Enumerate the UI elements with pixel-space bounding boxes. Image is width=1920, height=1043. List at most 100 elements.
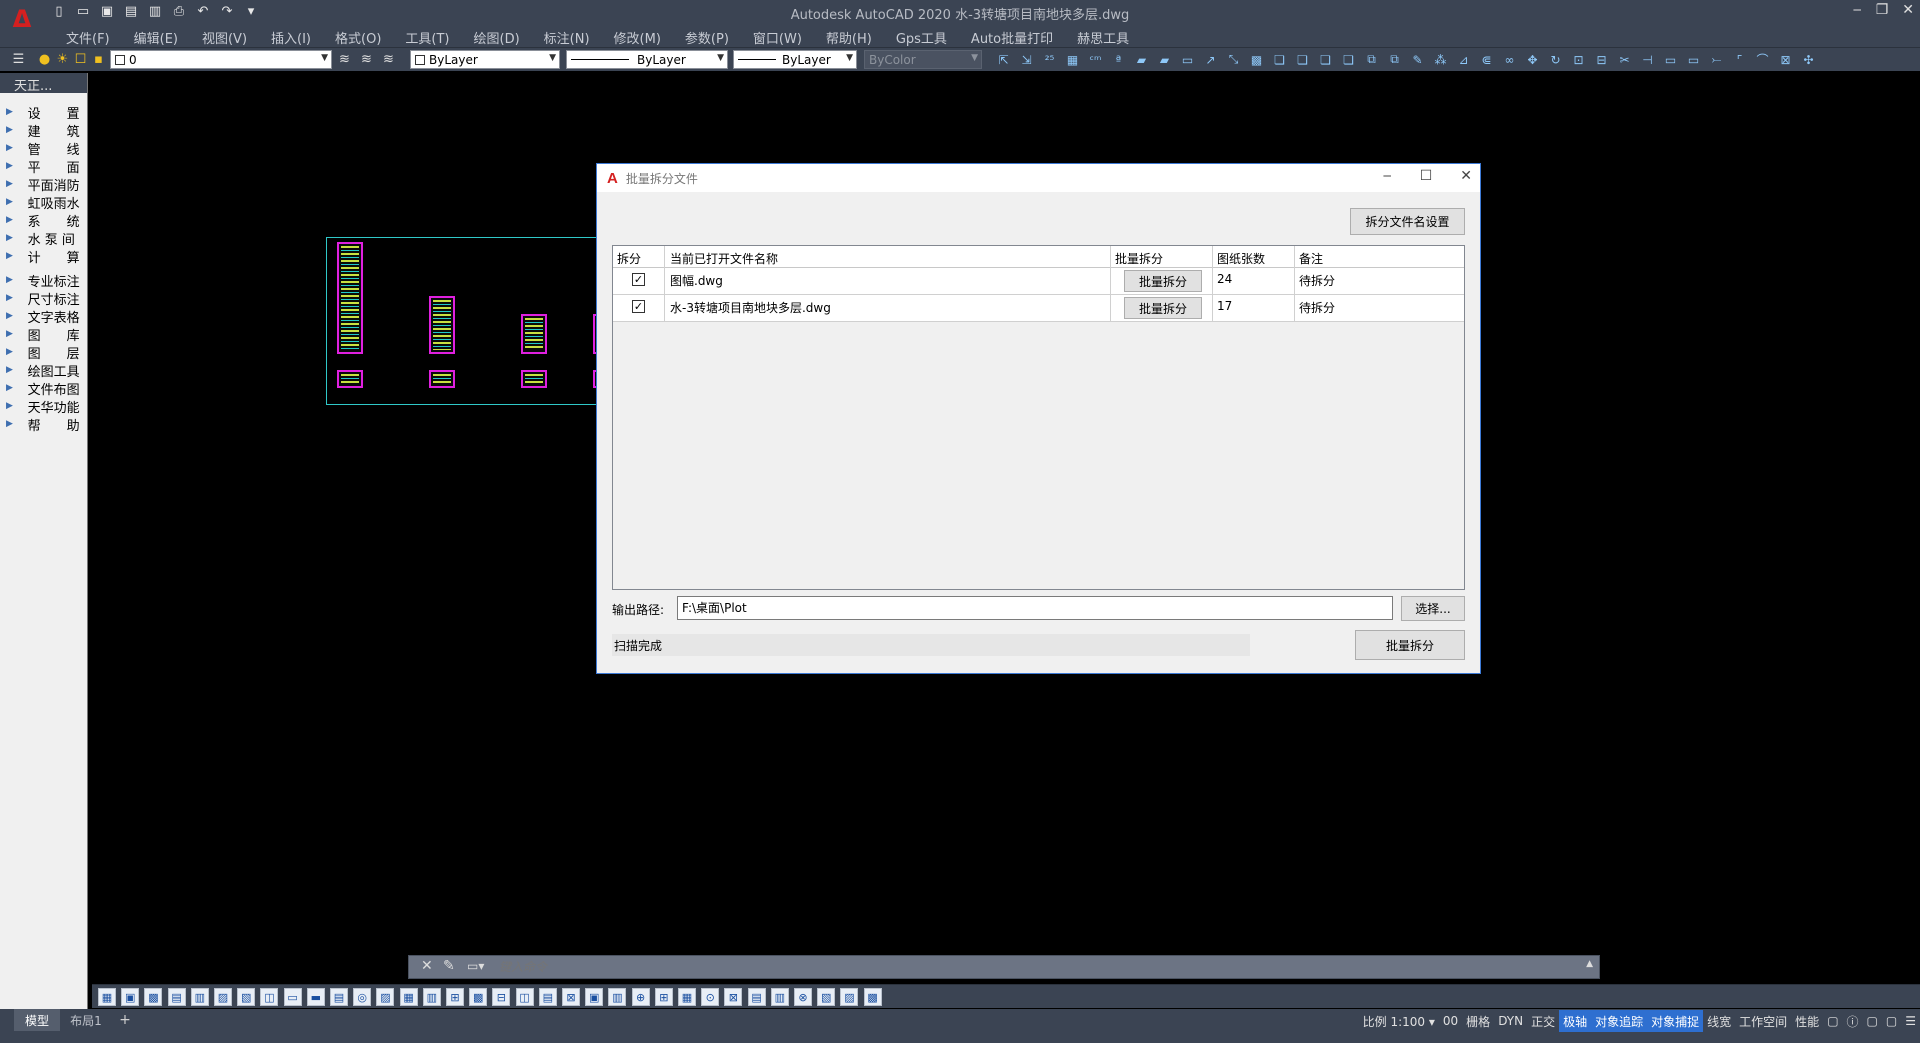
status-toggle[interactable]: 00 (1439, 1010, 1462, 1032)
drawing-sheet[interactable] (521, 370, 547, 388)
tool-button-icon[interactable]: ▥ (190, 988, 209, 1006)
arrow-icon[interactable]: ↗ (1201, 50, 1220, 69)
make-current-icon[interactable]: ≋ (336, 51, 353, 68)
tool-button-icon[interactable]: ▦ (399, 988, 418, 1006)
xref-icon[interactable]: ⧉ (1362, 50, 1381, 69)
tool-button-icon[interactable]: ▨ (214, 988, 232, 1006)
group-edit-icon[interactable]: ❏ (1316, 50, 1335, 69)
split-checkbox[interactable]: ✓ (632, 300, 645, 313)
customize-wrench-icon[interactable]: ✎ (443, 958, 455, 974)
clean-screen-icon[interactable]: ▢ (1882, 1010, 1901, 1032)
status-toggle[interactable]: 对象追踪 (1591, 1010, 1648, 1032)
scale-icon[interactable]: ⤡ (1224, 50, 1243, 69)
menu-item[interactable]: 标注(N) (544, 28, 590, 47)
blend-icon[interactable]: ⊠ (1776, 50, 1795, 69)
status-toggle[interactable]: 栅格 (1462, 1010, 1494, 1032)
panel-menu-item[interactable]: ▶ 绘图工具 (0, 361, 87, 380)
tool-button-icon[interactable]: ▨ (840, 988, 859, 1006)
tool-button-icon[interactable]: ▩ (469, 988, 488, 1006)
close-icon[interactable]: ✕ (421, 958, 433, 974)
tool-button-icon[interactable]: ⊠ (724, 988, 743, 1006)
split-checkbox[interactable]: ✓ (632, 273, 645, 286)
tool-button-icon[interactable]: ▥ (422, 988, 441, 1006)
status-toggle[interactable]: 工作空间 (1735, 1010, 1791, 1032)
status-toggle[interactable]: 对象捕捉 (1647, 1010, 1704, 1032)
undo-icon[interactable]: ↶ (194, 2, 212, 20)
close-icon[interactable]: ✕ (1460, 168, 1472, 184)
panel-menu-item[interactable]: ▶ 建 筑 (0, 121, 87, 140)
dialog-titlebar[interactable]: A 批量拆分文件 ‒ ☐ ✕ (597, 164, 1480, 192)
panel-menu-item[interactable]: ▶ 帮 助 (0, 415, 87, 434)
new-icon[interactable]: ▯ (50, 2, 68, 20)
panel-menu-item[interactable]: ▶ 专业标注 (0, 271, 87, 290)
tool-button-icon[interactable]: ▧ (817, 988, 836, 1006)
chamfer-icon[interactable]: ⌜ (1730, 50, 1749, 69)
menu-item[interactable]: 赫思工具 (1077, 28, 1129, 47)
tool-button-icon[interactable]: ⊗ (794, 988, 812, 1006)
panel-menu-item[interactable]: ▶ 计 算 (0, 247, 87, 266)
array-icon[interactable]: ∞ (1500, 50, 1519, 69)
menu-item[interactable]: 视图(V) (202, 28, 247, 47)
status-toggle[interactable]: 极轴 (1559, 1010, 1592, 1032)
tool-button-icon[interactable]: ▥ (608, 988, 627, 1006)
draw-order-icon[interactable]: ⇱ (994, 50, 1013, 69)
tool-button-icon[interactable]: ▭ (283, 988, 302, 1006)
scale-tool-icon[interactable]: ⊡ (1569, 50, 1588, 69)
annotation-scale[interactable]: 比例 1:100 ▾ (1359, 1010, 1439, 1032)
tool-button-icon[interactable]: ▣ (121, 988, 140, 1006)
panel-menu-item[interactable]: ▶ 平 面 (0, 157, 87, 176)
erase-icon[interactable]: ✎ (1408, 50, 1427, 69)
tool-button-icon[interactable]: ▦ (98, 988, 116, 1006)
save-as-icon[interactable]: ▤ (122, 2, 140, 20)
tool-button-icon[interactable]: ⊙ (701, 988, 720, 1006)
table-row[interactable]: ✓ 水-3转塘项目南地块多层.dwg 批量拆分 17 待拆分 (613, 295, 1464, 322)
recent-commands-icon[interactable]: ▭▾ (467, 959, 484, 973)
break-at-point-icon[interactable]: ▭ (1684, 50, 1703, 69)
close-icon[interactable]: ✕ (1902, 2, 1914, 18)
trim-icon[interactable]: ✂ (1615, 50, 1634, 69)
rotate-icon[interactable]: ↻ (1546, 50, 1565, 69)
menu-item[interactable]: 文件(F) (66, 28, 110, 47)
layer-viewport-icon[interactable]: ☐ (72, 51, 89, 68)
minimize-icon[interactable]: ‒ (1853, 2, 1862, 18)
layer-previous-icon[interactable]: ≋ (380, 51, 397, 68)
isolate-icon[interactable]: ▢ (1823, 1010, 1842, 1032)
panel-menu-item[interactable]: ▶ 文件布图 (0, 379, 87, 398)
layer-lock-icon[interactable]: ▪ (90, 51, 107, 68)
tool-button-icon[interactable]: ▤ (747, 988, 766, 1006)
status-toggle[interactable]: 正交 (1527, 1010, 1559, 1032)
minimize-icon[interactable]: ‒ (1383, 168, 1392, 184)
menu-item[interactable]: 编辑(E) (134, 28, 178, 47)
group-select-icon[interactable]: ❏ (1339, 50, 1358, 69)
block-editor-icon[interactable]: ▦ (1063, 50, 1082, 69)
status-toggle[interactable]: 性能 (1791, 1010, 1823, 1032)
filename-settings-button[interactable]: 拆分文件名设置 (1350, 208, 1465, 235)
drawing-sheet[interactable] (337, 242, 363, 354)
tool-button-icon[interactable]: ▩ (863, 988, 882, 1006)
annotation-monitor-icon[interactable]: ▢ (1863, 1010, 1882, 1032)
tool-button-icon[interactable]: ⊞ (446, 988, 464, 1006)
copy-icon[interactable]: ⁂ (1431, 50, 1450, 69)
tool-button-icon[interactable]: ◫ (515, 988, 534, 1006)
layer-on-icon[interactable]: ● (36, 51, 53, 68)
layer-properties-icon[interactable]: ☰ (10, 51, 27, 68)
break-icon[interactable]: ▭ (1661, 50, 1680, 69)
panel-menu-item[interactable]: ▶ 图 层 (0, 343, 87, 362)
menu-item[interactable]: 帮助(H) (826, 28, 872, 47)
tool-button-icon[interactable]: ⊕ (631, 988, 650, 1006)
redo-icon[interactable]: ↷ (218, 2, 236, 20)
status-toggle[interactable]: DYN (1494, 1010, 1527, 1032)
tab-layout1[interactable]: 布局1 (64, 1009, 108, 1031)
panel-menu-item[interactable]: ▶ 平面消防 (0, 175, 87, 194)
menu-item[interactable]: 绘图(D) (474, 28, 520, 47)
panel-menu-item[interactable]: ▶ 尺寸标注 (0, 289, 87, 308)
output-path-field[interactable]: F:\桌面\Plot (677, 596, 1393, 620)
table-row[interactable]: ✓ 图幅.dwg 批量拆分 24 待拆分 (613, 268, 1464, 295)
tool-button-icon[interactable]: ▩ (144, 988, 163, 1006)
panel-menu-item[interactable]: ▶ 天华功能 (0, 397, 87, 416)
move-icon[interactable]: ✥ (1523, 50, 1542, 69)
panel-menu-item[interactable]: ▶ 文字表格 (0, 307, 87, 326)
command-input[interactable] (499, 958, 1579, 976)
publish-icon[interactable]: ▥ (146, 2, 164, 20)
panel-menu-item[interactable]: ▶ 水 泵 间 (0, 229, 87, 248)
